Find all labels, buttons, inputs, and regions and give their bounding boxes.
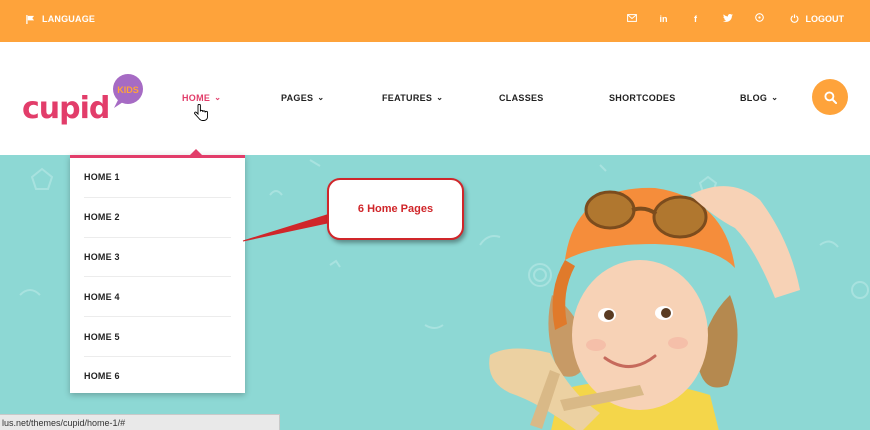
annotation-callout: 6 Home Pages (327, 178, 464, 240)
callout-text: 6 Home Pages (357, 203, 434, 215)
hand-cursor-icon (194, 104, 208, 121)
browser-status-bar: lus.net/themes/cupid/home-1/# (0, 414, 280, 430)
status-url: lus.net/themes/cupid/home-1/# (2, 417, 126, 428)
